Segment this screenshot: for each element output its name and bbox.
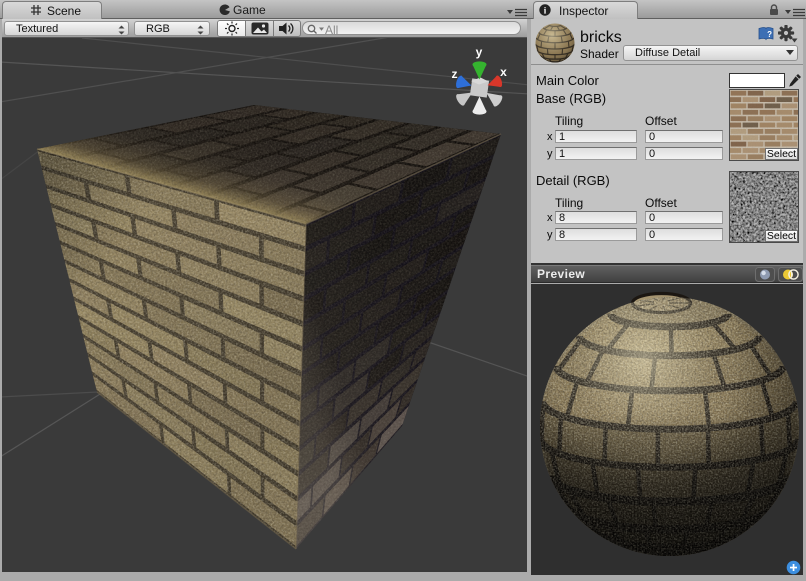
svg-text:x: x [500, 65, 507, 79]
svg-text:y: y [476, 45, 483, 59]
svg-text:?: ? [767, 30, 772, 39]
svg-text:z: z [452, 67, 458, 81]
